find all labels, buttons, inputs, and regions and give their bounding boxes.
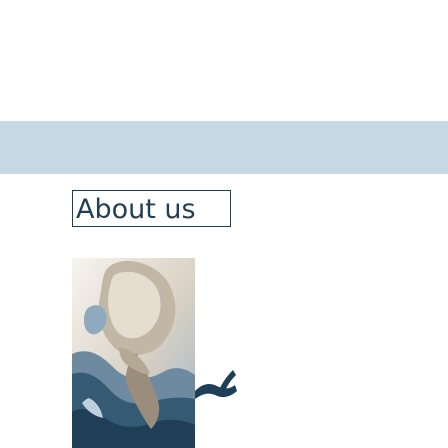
about-us-link[interactable]: About us bbox=[72, 190, 231, 227]
wave-decoration bbox=[195, 370, 240, 448]
header-banner bbox=[0, 121, 448, 174]
page: About us bbox=[0, 0, 448, 448]
statue-image bbox=[72, 258, 195, 448]
